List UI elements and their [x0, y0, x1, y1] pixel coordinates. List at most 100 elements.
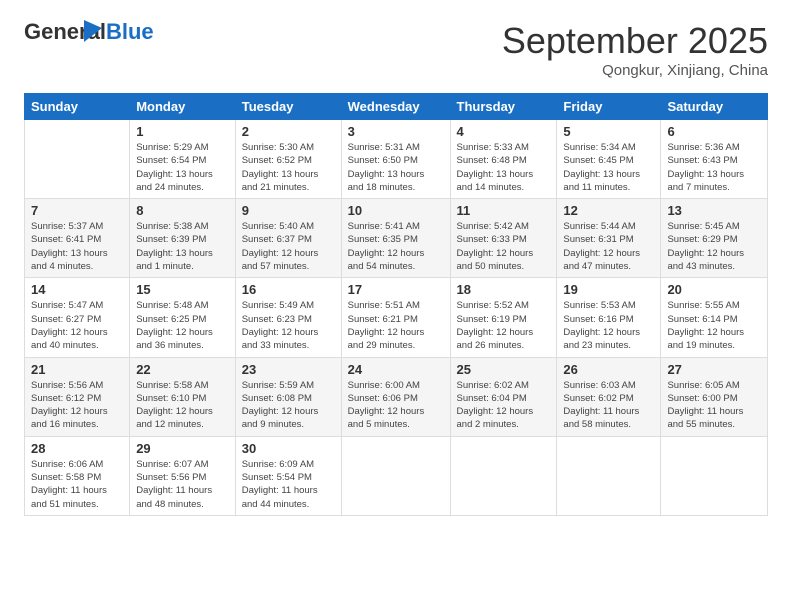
location: Qongkur, Xinjiang, China — [502, 62, 768, 79]
calendar-cell: 6 Sunrise: 5:36 AM Sunset: 6:43 PM Daylig… — [661, 120, 768, 199]
day-number: 23 — [242, 362, 335, 377]
calendar-cell: 15 Sunrise: 5:48 AM Sunset: 6:25 PM Dayli… — [130, 278, 236, 357]
day-number: 13 — [667, 203, 761, 218]
calendar-cell: 28Sunrise: 6:06 AM Sunset: 5:58 PM Dayli… — [25, 436, 130, 515]
calendar-cell: 4 Sunrise: 5:33 AM Sunset: 6:48 PM Daylig… — [450, 120, 557, 199]
day-number: 9 — [242, 203, 335, 218]
day-number: 16 — [242, 282, 335, 297]
day-info: Sunrise: 6:07 AM Sunset: 5:56 PM Dayligh… — [136, 458, 229, 511]
calendar-cell: 23 Sunrise: 5:59 AM Sunset: 6:08 PM Dayli… — [235, 357, 341, 436]
calendar-cell: 27 Sunrise: 6:05 AM Sunset: 6:00 PM Dayli… — [661, 357, 768, 436]
calendar-cell: 13 Sunrise: 5:45 AM Sunset: 6:29 PM Dayli… — [661, 199, 768, 278]
col-tuesday: Tuesday — [235, 94, 341, 120]
day-number: 6 — [667, 124, 761, 139]
col-wednesday: Wednesday — [341, 94, 450, 120]
week-row-4: 21 Sunrise: 5:56 AM Sunset: 6:12 PM Dayli… — [25, 357, 768, 436]
header: GeneralBlue September 2025 Qongkur, Xinj… — [24, 20, 768, 79]
month-title: September 2025 — [502, 20, 768, 62]
calendar-cell: 22Sunrise: 5:58 AM Sunset: 6:10 PM Dayli… — [130, 357, 236, 436]
day-info: Sunrise: 5:47 AM Sunset: 6:27 PM Dayligh… — [31, 299, 123, 352]
day-info: Sunrise: 6:05 AM Sunset: 6:00 PM Dayligh… — [667, 379, 761, 432]
calendar-cell: 9Sunrise: 5:40 AM Sunset: 6:37 PM Daylig… — [235, 199, 341, 278]
calendar-cell: 30Sunrise: 6:09 AM Sunset: 5:54 PM Dayli… — [235, 436, 341, 515]
day-number: 8 — [136, 203, 229, 218]
calendar-cell: 17Sunrise: 5:51 AM Sunset: 6:21 PM Dayli… — [341, 278, 450, 357]
day-info: Sunrise: 5:55 AM Sunset: 6:14 PM Dayligh… — [667, 299, 761, 352]
day-number: 30 — [242, 441, 335, 456]
day-info: Sunrise: 6:02 AM Sunset: 6:04 PM Dayligh… — [457, 379, 551, 432]
day-number: 7 — [31, 203, 123, 218]
day-number: 4 — [457, 124, 551, 139]
week-row-2: 7 Sunrise: 5:37 AM Sunset: 6:41 PM Daylig… — [25, 199, 768, 278]
col-saturday: Saturday — [661, 94, 768, 120]
calendar-cell: 1 Sunrise: 5:29 AM Sunset: 6:54 PM Daylig… — [130, 120, 236, 199]
day-info: Sunrise: 5:34 AM Sunset: 6:45 PM Dayligh… — [563, 141, 654, 194]
day-number: 26 — [563, 362, 654, 377]
day-info: Sunrise: 5:33 AM Sunset: 6:48 PM Dayligh… — [457, 141, 551, 194]
logo-blue: Blue — [106, 19, 154, 44]
calendar-cell: 26 Sunrise: 6:03 AM Sunset: 6:02 PM Dayli… — [557, 357, 661, 436]
week-row-1: 1 Sunrise: 5:29 AM Sunset: 6:54 PM Daylig… — [25, 120, 768, 199]
day-info: Sunrise: 5:36 AM Sunset: 6:43 PM Dayligh… — [667, 141, 761, 194]
day-info: Sunrise: 5:31 AM Sunset: 6:50 PM Dayligh… — [348, 141, 444, 194]
calendar-cell: 3 Sunrise: 5:31 AM Sunset: 6:50 PM Daylig… — [341, 120, 450, 199]
calendar-cell: 5Sunrise: 5:34 AM Sunset: 6:45 PM Daylig… — [557, 120, 661, 199]
day-number: 20 — [667, 282, 761, 297]
calendar-cell: 11 Sunrise: 5:42 AM Sunset: 6:33 PM Dayli… — [450, 199, 557, 278]
calendar-cell — [557, 436, 661, 515]
calendar: Sunday Monday Tuesday Wednesday Thursday… — [24, 93, 768, 516]
day-number: 14 — [31, 282, 123, 297]
day-number: 10 — [348, 203, 444, 218]
header-row: Sunday Monday Tuesday Wednesday Thursday… — [25, 94, 768, 120]
col-thursday: Thursday — [450, 94, 557, 120]
calendar-cell: 20 Sunrise: 5:55 AM Sunset: 6:14 PM Dayli… — [661, 278, 768, 357]
calendar-cell: 29 Sunrise: 6:07 AM Sunset: 5:56 PM Dayli… — [130, 436, 236, 515]
week-row-3: 14 Sunrise: 5:47 AM Sunset: 6:27 PM Dayli… — [25, 278, 768, 357]
logo-icon — [84, 20, 102, 42]
day-info: Sunrise: 5:38 AM Sunset: 6:39 PM Dayligh… — [136, 220, 229, 273]
day-info: Sunrise: 5:52 AM Sunset: 6:19 PM Dayligh… — [457, 299, 551, 352]
day-number: 2 — [242, 124, 335, 139]
col-monday: Monday — [130, 94, 236, 120]
day-info: Sunrise: 5:42 AM Sunset: 6:33 PM Dayligh… — [457, 220, 551, 273]
day-info: Sunrise: 6:03 AM Sunset: 6:02 PM Dayligh… — [563, 379, 654, 432]
day-number: 15 — [136, 282, 229, 297]
day-info: Sunrise: 6:00 AM Sunset: 6:06 PM Dayligh… — [348, 379, 444, 432]
day-info: Sunrise: 5:48 AM Sunset: 6:25 PM Dayligh… — [136, 299, 229, 352]
day-number: 25 — [457, 362, 551, 377]
day-info: Sunrise: 5:30 AM Sunset: 6:52 PM Dayligh… — [242, 141, 335, 194]
calendar-cell: 8 Sunrise: 5:38 AM Sunset: 6:39 PM Daylig… — [130, 199, 236, 278]
day-info: Sunrise: 5:44 AM Sunset: 6:31 PM Dayligh… — [563, 220, 654, 273]
calendar-cell: 16 Sunrise: 5:49 AM Sunset: 6:23 PM Dayli… — [235, 278, 341, 357]
col-friday: Friday — [557, 94, 661, 120]
day-info: Sunrise: 5:37 AM Sunset: 6:41 PM Dayligh… — [31, 220, 123, 273]
day-number: 3 — [348, 124, 444, 139]
calendar-cell: 21 Sunrise: 5:56 AM Sunset: 6:12 PM Dayli… — [25, 357, 130, 436]
day-number: 12 — [563, 203, 654, 218]
calendar-cell — [341, 436, 450, 515]
calendar-cell: 25 Sunrise: 6:02 AM Sunset: 6:04 PM Dayli… — [450, 357, 557, 436]
day-number: 21 — [31, 362, 123, 377]
day-info: Sunrise: 5:49 AM Sunset: 6:23 PM Dayligh… — [242, 299, 335, 352]
calendar-cell — [661, 436, 768, 515]
day-number: 27 — [667, 362, 761, 377]
day-number: 17 — [348, 282, 444, 297]
day-number: 22 — [136, 362, 229, 377]
day-number: 11 — [457, 203, 551, 218]
day-info: Sunrise: 5:29 AM Sunset: 6:54 PM Dayligh… — [136, 141, 229, 194]
calendar-cell: 12 Sunrise: 5:44 AM Sunset: 6:31 PM Dayli… — [557, 199, 661, 278]
day-number: 18 — [457, 282, 551, 297]
page: GeneralBlue September 2025 Qongkur, Xinj… — [0, 0, 792, 532]
calendar-cell — [450, 436, 557, 515]
day-number: 28 — [31, 441, 123, 456]
calendar-cell: 19Sunrise: 5:53 AM Sunset: 6:16 PM Dayli… — [557, 278, 661, 357]
calendar-cell: 2 Sunrise: 5:30 AM Sunset: 6:52 PM Daylig… — [235, 120, 341, 199]
calendar-cell — [25, 120, 130, 199]
day-info: Sunrise: 5:59 AM Sunset: 6:08 PM Dayligh… — [242, 379, 335, 432]
day-info: Sunrise: 5:45 AM Sunset: 6:29 PM Dayligh… — [667, 220, 761, 273]
calendar-cell: 14 Sunrise: 5:47 AM Sunset: 6:27 PM Dayli… — [25, 278, 130, 357]
day-number: 29 — [136, 441, 229, 456]
logo: GeneralBlue — [24, 20, 154, 62]
day-number: 1 — [136, 124, 229, 139]
day-info: Sunrise: 5:56 AM Sunset: 6:12 PM Dayligh… — [31, 379, 123, 432]
